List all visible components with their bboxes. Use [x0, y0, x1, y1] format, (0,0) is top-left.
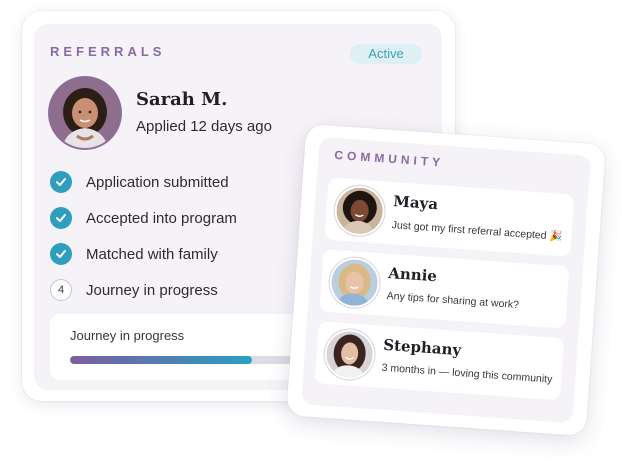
member-name: Stephany [382, 335, 462, 360]
member-photo [325, 329, 375, 380]
avatar [335, 186, 385, 236]
step-journey: 4 Journey in progress [50, 278, 218, 302]
check-icon [50, 207, 72, 229]
step-label: Journey in progress [86, 281, 218, 299]
progress-bar-fill [70, 356, 253, 364]
member-photo [330, 258, 380, 308]
applicant-photo [50, 78, 120, 148]
step-label: Accepted into program [86, 209, 237, 227]
member-name: Annie [387, 263, 438, 286]
referrals-heading: REFERRALS [50, 44, 166, 59]
step-accepted: Accepted into program [50, 206, 237, 230]
status-badge: Active [350, 44, 422, 64]
post-text: 3 months in — loving this community [381, 361, 553, 386]
community-card: COMMUNITY Maya Just got my first referra… [286, 123, 606, 437]
progress-label: Journey in progress [70, 328, 185, 343]
progress-bar [70, 356, 310, 364]
step-label: Matched with family [86, 245, 218, 263]
applicant-name: Sarah M. [136, 89, 228, 110]
avatar [330, 258, 380, 308]
avatar [50, 78, 120, 148]
referral-dashboard: REFERRALS Active Sarah M. Applied 12 day… [0, 0, 622, 466]
step-number-badge: 4 [50, 279, 72, 301]
member-photo [335, 186, 385, 236]
check-icon [50, 243, 72, 265]
progress-panel: Journey in progress [50, 314, 310, 380]
avatar [325, 329, 375, 380]
member-name: Maya [392, 192, 439, 214]
applicant-subtitle: Applied 12 days ago [136, 118, 272, 135]
post-text: Any tips for sharing at work? [386, 289, 520, 312]
check-icon [50, 171, 72, 193]
step-label: Application submitted [86, 173, 229, 191]
step-application-submitted: Application submitted [50, 170, 229, 194]
step-matched: Matched with family [50, 242, 218, 266]
post-text: Just got my first referral accepted 🎉 [391, 219, 563, 244]
